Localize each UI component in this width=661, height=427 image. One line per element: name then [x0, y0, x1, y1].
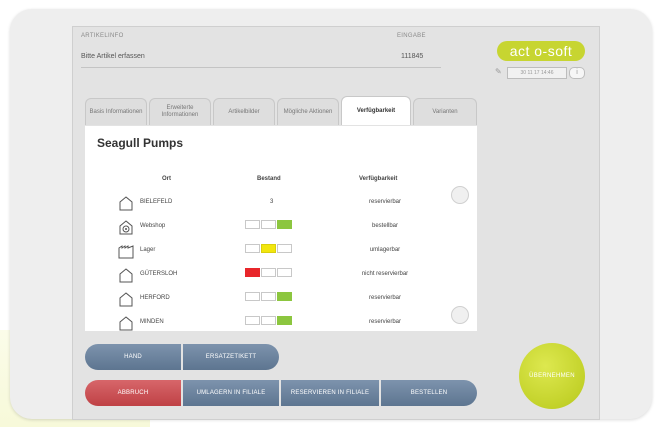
stock-cell-empty [245, 292, 260, 301]
availability-status: reservierbar [368, 199, 401, 205]
stock-cell-empty [261, 220, 276, 229]
house-icon [118, 291, 134, 307]
stock-cell-green [277, 220, 292, 229]
availability-panel: Seagull Pumps Ort Bestand Verfügbarkeit … [85, 126, 477, 331]
user-row: ✎ 30 11 17 14:46 i [495, 67, 587, 79]
availability-status: umlagerbar [369, 247, 401, 253]
location-name: Webshop [140, 223, 166, 229]
abbruch-button[interactable]: ABBRUCH [85, 380, 181, 406]
availability-status: bestellbar [371, 223, 398, 229]
tab-artikelbilder[interactable]: Artikelbilder [213, 98, 275, 125]
stock-cell-empty [261, 268, 276, 277]
location-name: MINDEN [140, 319, 164, 325]
stock-cell-empty [245, 244, 260, 253]
tab-verfuegbarkeit[interactable]: Verfügbarkeit [341, 96, 411, 125]
webshop-icon [118, 219, 134, 235]
location-row: HERFORD reservierbar [85, 287, 477, 311]
stock-indicator [245, 268, 299, 278]
reservieren-button[interactable]: RESERVIEREN IN FILIALE [281, 380, 379, 406]
stock-cell-yellow [261, 244, 276, 253]
stock-indicator [245, 316, 299, 326]
stock-cell-empty [245, 316, 260, 325]
act-o-soft-logo: act o-soft [497, 41, 585, 61]
ersatzetikett-button[interactable]: ERSATZETIKETT [183, 344, 279, 370]
umlagern-button[interactable]: UMLAGERN IN FILIALE [183, 380, 279, 406]
location-name: Lager [140, 247, 156, 253]
house-icon [118, 315, 134, 331]
stock-cell-empty [277, 244, 292, 253]
tab-varianten[interactable]: Varianten [413, 98, 477, 125]
header-bestand: Bestand [257, 176, 281, 182]
location-name: BIELEFELD [140, 199, 173, 205]
scroll-down-knob[interactable] [451, 306, 469, 324]
house-icon [118, 195, 134, 211]
stock-cell-green [277, 316, 292, 325]
bestellen-button[interactable]: BESTELLEN [381, 380, 477, 406]
input-underline [81, 67, 441, 68]
warehouse-icon [118, 243, 134, 259]
article-number: 111845 [401, 53, 424, 60]
location-row: MINDEN reservierbar [85, 311, 477, 335]
availability-status: reservierbar [368, 319, 401, 325]
location-name: HERFORD [140, 295, 170, 301]
stock-cell-empty [261, 316, 276, 325]
product-title: Seagull Pumps [97, 136, 184, 150]
user-field[interactable]: 30 11 17 14:46 [507, 67, 567, 79]
stock-cell-red [245, 268, 260, 277]
location-row: BIELEFELD 3 reservierbar [85, 191, 477, 215]
stock-indicator [245, 244, 299, 254]
tab-erweiterte-informationen[interactable]: Erweiterte Informationen [149, 98, 211, 125]
availability-status: nicht reservierbar [361, 271, 409, 277]
location-row: GÜTERSLOH nicht reservierbar [85, 263, 477, 287]
stock-cell-empty [277, 268, 292, 277]
edit-icon[interactable]: ✎ [495, 67, 505, 77]
stock-cell-empty [245, 220, 260, 229]
stock-indicator [245, 220, 299, 230]
tab-bar: Basis Informationen Erweiterte Informati… [85, 96, 477, 126]
header-verfuegbarkeit: Verfügbarkeit [359, 176, 398, 182]
app-screen: ARTIKELINFO EINGABE Bitte Artikel erfass… [72, 26, 600, 420]
eingabe-label: EINGABE [397, 33, 426, 39]
header-labels: ARTIKELINFO EINGABE [81, 33, 441, 43]
location-row: Webshop bestellbar [85, 215, 477, 239]
location-row: Lager umlagerbar [85, 239, 477, 263]
stock-cell-green [277, 292, 292, 301]
stock-cell-empty [261, 292, 276, 301]
availability-status: reservierbar [368, 295, 401, 301]
article-input-text: Bitte Artikel erfassen [81, 53, 145, 60]
house-icon [118, 267, 134, 283]
hand-button[interactable]: HAND [85, 344, 181, 370]
artikelinfo-label: ARTIKELINFO [81, 33, 124, 39]
scroll-up-knob[interactable] [451, 186, 469, 204]
stock-count: 3 [270, 199, 274, 205]
stock-indicator [245, 292, 299, 302]
tab-basis-informationen[interactable]: Basis Informationen [85, 98, 147, 125]
tab-moegliche-aktionen[interactable]: Mögliche Aktionen [277, 98, 339, 125]
uebernehmen-button[interactable]: ÜBERNEHMEN [519, 343, 585, 409]
location-name: GÜTERSLOH [140, 271, 178, 277]
info-button[interactable]: i [569, 67, 585, 79]
article-input[interactable]: Bitte Artikel erfassen 111845 [81, 51, 441, 65]
header-ort: Ort [162, 176, 171, 182]
